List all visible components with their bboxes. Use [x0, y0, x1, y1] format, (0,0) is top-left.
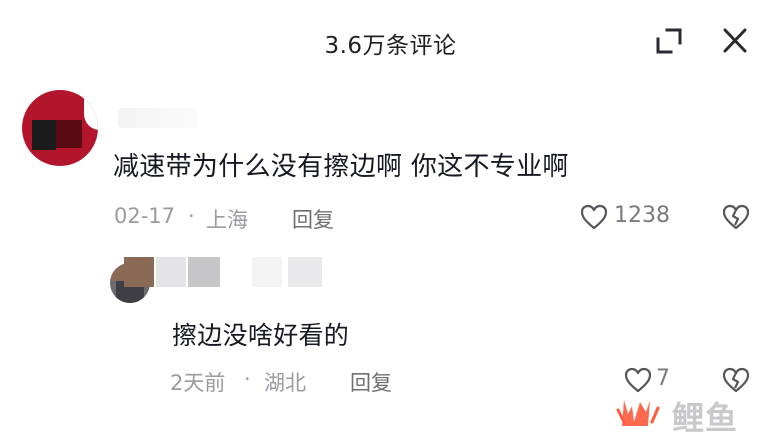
comment-date: 02-17 — [114, 204, 176, 228]
avatar-cutout — [84, 90, 98, 130]
username-blurred — [252, 257, 282, 287]
avatar-pixel — [56, 120, 82, 148]
username-blurred — [156, 257, 186, 287]
close-button[interactable] — [720, 27, 750, 55]
comment-location: 上海 — [206, 208, 248, 232]
username-blurred[interactable] — [118, 108, 198, 128]
reply-location: 湖北 — [264, 371, 306, 395]
username-blurred[interactable] — [124, 257, 154, 287]
expand-button[interactable] — [654, 27, 684, 55]
heart-icon[interactable] — [624, 367, 652, 393]
watermark-text: 鲤鱼 — [672, 399, 739, 437]
broken-heart-icon[interactable] — [722, 204, 750, 230]
close-icon — [723, 28, 747, 53]
meta-separator: · — [244, 367, 251, 391]
reply-button[interactable]: 回复 — [292, 204, 334, 234]
like-count: 7 — [656, 366, 670, 391]
comment-text: 减速带为什么没有擦边啊 你这不专业啊 — [113, 152, 569, 182]
broken-heart-icon[interactable] — [722, 367, 750, 393]
reply-text: 擦边没啥好看的 — [172, 321, 350, 350]
username-blurred — [188, 257, 220, 287]
reply-button[interactable]: 回复 — [350, 367, 392, 397]
avatar-pixel — [32, 120, 56, 150]
like-count: 1238 — [614, 203, 670, 228]
heart-icon[interactable] — [580, 204, 608, 230]
reply-date: 2天前 — [170, 371, 226, 395]
expand-icon — [656, 28, 682, 54]
meta-separator: · — [188, 204, 195, 228]
comments-header: 3.6万条评论 — [0, 0, 781, 84]
avatar[interactable] — [22, 90, 98, 166]
username-blurred — [288, 257, 322, 287]
